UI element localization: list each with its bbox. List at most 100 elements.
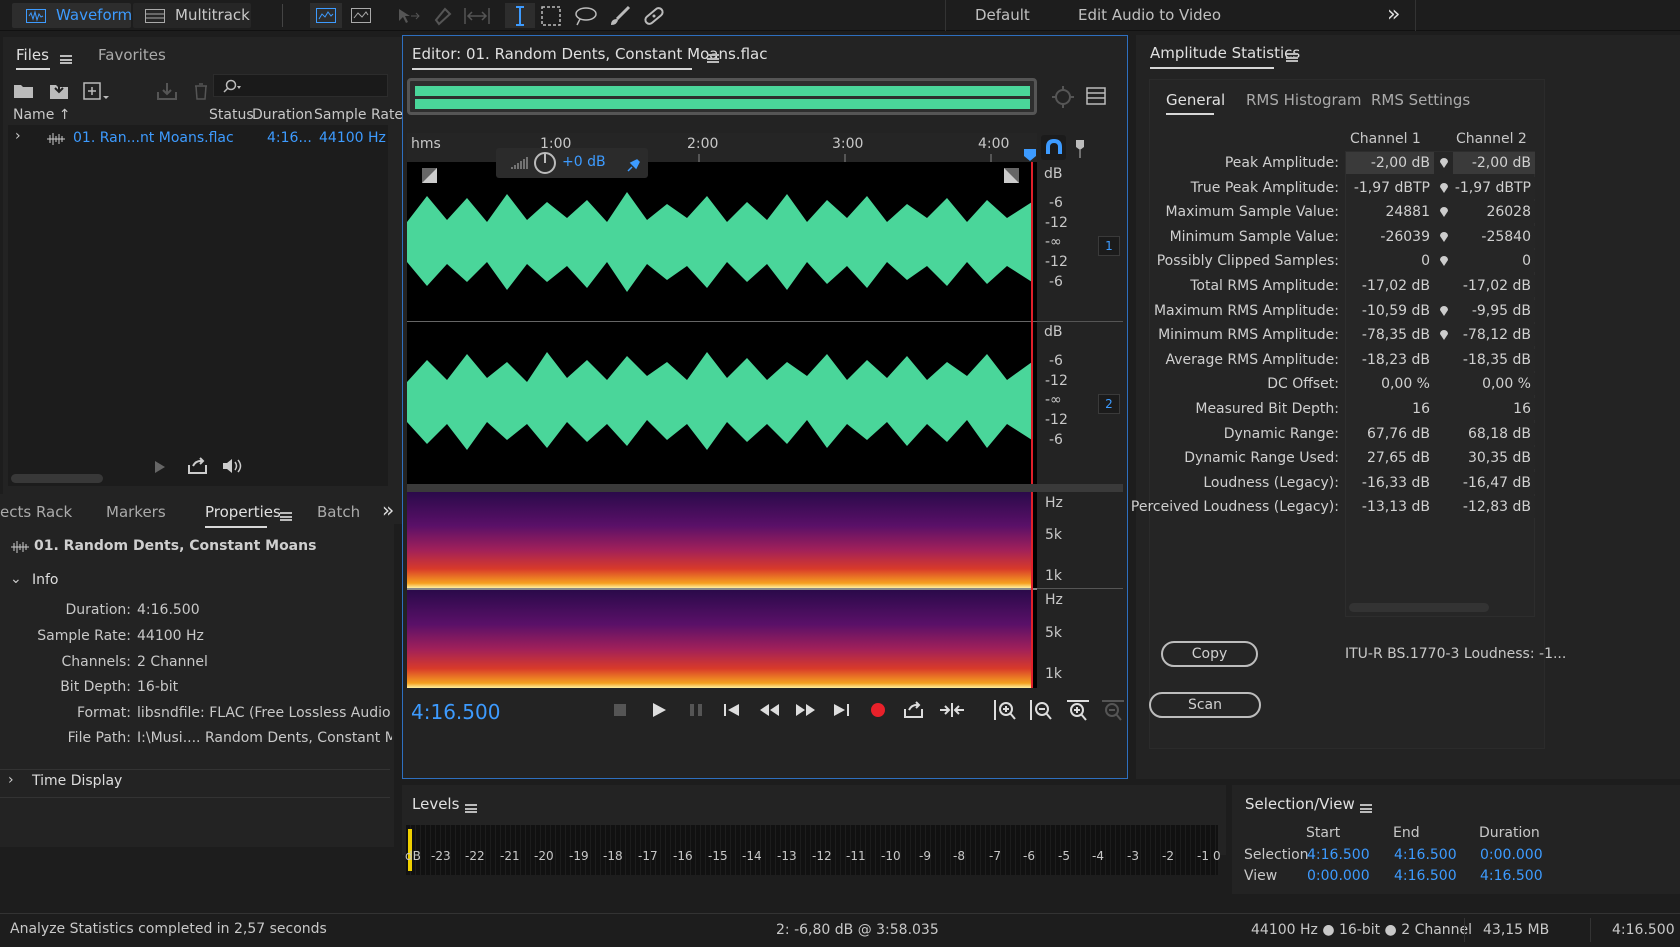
time-selection-tool[interactable] xyxy=(505,3,535,28)
channel-1-badge[interactable]: 1 xyxy=(1098,236,1120,256)
tab-properties[interactable]: Properties xyxy=(205,503,281,521)
scan-button[interactable]: Scan xyxy=(1149,692,1261,718)
amplitude-panel-menu-icon[interactable] xyxy=(1286,52,1298,62)
stats-channel-1-value[interactable]: -26039 xyxy=(1346,225,1434,248)
selection-duration[interactable]: 0:00.000 xyxy=(1480,847,1543,863)
stats-channel-2-value[interactable]: 26028 xyxy=(1453,201,1535,224)
overview-navigator[interactable] xyxy=(407,78,1037,115)
stats-channel-2-value[interactable]: 0 xyxy=(1453,250,1535,273)
spectral-pitch-button[interactable] xyxy=(345,3,377,28)
go-to-location-icon[interactable] xyxy=(1439,206,1449,222)
stats-channel-1-value[interactable]: -10,59 dB xyxy=(1346,299,1434,322)
volume-knob-icon[interactable] xyxy=(533,151,557,175)
amplitude-scale[interactable]: dB -6 -12 -∞ -12 -6 1 dB -6 -12 -∞ -12 -… xyxy=(1037,162,1123,484)
hud-gain-value[interactable]: +0 dB xyxy=(562,154,606,170)
move-tool-icon[interactable] xyxy=(397,7,421,25)
import-icon[interactable] xyxy=(47,81,71,101)
info-section-header[interactable]: Info xyxy=(32,572,59,588)
playhead-marker-icon[interactable] xyxy=(1023,148,1037,162)
workspace-edit-audio-to-video[interactable]: Edit Audio to Video xyxy=(1078,6,1221,24)
stats-channel-2-value[interactable]: 16 xyxy=(1453,398,1535,420)
go-to-location-icon[interactable] xyxy=(1439,231,1449,247)
column-name[interactable]: Name ↑ xyxy=(13,107,70,123)
horizontal-scrollbar[interactable] xyxy=(11,474,103,483)
view-duration[interactable]: 4:16.500 xyxy=(1480,868,1543,884)
stats-channel-1-value[interactable]: -2,00 dB xyxy=(1346,152,1434,174)
fade-out-handle-icon[interactable] xyxy=(1004,168,1019,183)
spectral-splitter[interactable] xyxy=(407,484,1123,492)
marquee-tool-icon[interactable] xyxy=(541,6,561,26)
snap-toggle[interactable] xyxy=(1041,135,1066,160)
chevron-right-icon[interactable]: › xyxy=(15,128,21,144)
zoom-in-time-icon[interactable] xyxy=(1066,699,1090,721)
go-to-location-icon[interactable] xyxy=(1439,305,1449,321)
selection-view-menu-icon[interactable] xyxy=(1360,803,1372,813)
autoplay-speaker-icon[interactable] xyxy=(222,457,250,475)
loop-export-icon[interactable] xyxy=(187,457,209,475)
stats-channel-2-value[interactable]: -25840 xyxy=(1453,225,1535,248)
tab-effects-rack[interactable]: ects Rack xyxy=(0,503,72,521)
go-to-location-icon[interactable] xyxy=(1439,329,1449,345)
stats-channel-1-value[interactable]: 16 xyxy=(1346,398,1434,420)
stats-channel-2-value[interactable]: -17,02 dB xyxy=(1453,275,1535,297)
stats-channel-1-value[interactable]: 67,76 dB xyxy=(1346,422,1434,445)
record-icon[interactable] xyxy=(870,702,886,718)
stats-channel-2-value[interactable]: -1,97 dBTP xyxy=(1453,176,1535,199)
zoom-in-amplitude-icon[interactable] xyxy=(993,699,1017,721)
slip-tool-icon[interactable] xyxy=(464,8,490,24)
fade-in-handle-icon[interactable] xyxy=(422,168,437,183)
stats-channel-2-value[interactable]: -78,12 dB xyxy=(1453,324,1535,347)
go-to-location-icon[interactable] xyxy=(1439,182,1449,198)
column-duration[interactable]: Duration xyxy=(252,107,313,123)
go-to-location-icon[interactable] xyxy=(1439,157,1449,173)
stats-channel-2-value[interactable]: -9,95 dB xyxy=(1453,299,1535,322)
channel-2-badge[interactable]: 2 xyxy=(1098,394,1120,414)
play-icon[interactable] xyxy=(153,460,167,474)
waveform-mode-button[interactable]: Waveform xyxy=(12,3,132,28)
column-status[interactable]: Status xyxy=(209,107,254,123)
files-search-input[interactable] xyxy=(213,74,388,97)
lasso-tool-icon[interactable] xyxy=(574,6,598,26)
stats-channel-1-value[interactable]: 27,65 dB xyxy=(1346,447,1434,470)
copy-button[interactable]: Copy xyxy=(1161,641,1258,667)
play-icon[interactable] xyxy=(651,702,667,718)
pin-hud-icon[interactable] xyxy=(627,156,643,172)
zoom-out-amplitude-icon[interactable] xyxy=(1029,699,1053,721)
files-panel-menu-icon[interactable] xyxy=(60,54,72,64)
stats-channel-2-value[interactable]: -16,47 dB xyxy=(1453,471,1535,494)
stats-channel-1-value[interactable]: -17,02 dB xyxy=(1346,275,1434,297)
hud-volume-control[interactable]: +0 dB xyxy=(496,148,648,178)
tab-markers[interactable]: Markers xyxy=(106,503,166,521)
column-sample-rate[interactable]: Sample Rate xyxy=(314,107,403,123)
tab-rms-histogram[interactable]: RMS Histogram xyxy=(1246,91,1361,109)
tab-batch[interactable]: Batch xyxy=(317,503,360,521)
editor-panel-menu-icon[interactable] xyxy=(707,53,719,63)
stats-channel-2-value[interactable]: -12,83 dB xyxy=(1453,496,1535,519)
loop-playback-icon[interactable] xyxy=(903,700,925,720)
go-to-location-icon[interactable] xyxy=(1439,255,1449,271)
fast-forward-icon[interactable] xyxy=(795,703,817,717)
stats-channel-1-value[interactable]: -16,33 dB xyxy=(1346,471,1434,494)
multitrack-mode-button[interactable]: Multitrack xyxy=(133,3,251,28)
selection-end[interactable]: 4:16.500 xyxy=(1394,847,1457,863)
spot-healing-icon[interactable] xyxy=(642,5,666,27)
chevron-right-icon[interactable]: › xyxy=(8,772,14,788)
levels-panel-menu-icon[interactable] xyxy=(465,803,477,813)
stats-channel-1-value[interactable]: -78,35 dB xyxy=(1346,324,1434,347)
razor-tool-icon[interactable] xyxy=(433,6,453,26)
marker-pin-icon[interactable] xyxy=(1074,138,1086,158)
track-list-icon[interactable] xyxy=(1086,87,1106,105)
spectral-frequency-button[interactable] xyxy=(310,3,342,28)
file-list-item[interactable]: › 01. Ran...nt Moans.flac 4:16... 44100 … xyxy=(8,127,388,151)
tab-files[interactable]: Files xyxy=(16,46,49,64)
rewind-icon[interactable] xyxy=(759,703,781,717)
chevron-down-icon[interactable]: ⌄ xyxy=(10,571,22,587)
stats-channel-2-value[interactable]: 30,35 dB xyxy=(1453,447,1535,470)
stats-scrollbar[interactable] xyxy=(1349,603,1489,612)
stats-channel-1-value[interactable]: -1,97 dBTP xyxy=(1346,176,1434,199)
skip-to-end-icon[interactable] xyxy=(833,703,851,717)
selection-start[interactable]: 4:16.500 xyxy=(1307,847,1370,863)
stats-channel-1-value[interactable]: 0,00 % xyxy=(1346,373,1434,396)
stats-channel-1-value[interactable]: -13,13 dB xyxy=(1346,496,1434,519)
view-end[interactable]: 4:16.500 xyxy=(1394,868,1457,884)
